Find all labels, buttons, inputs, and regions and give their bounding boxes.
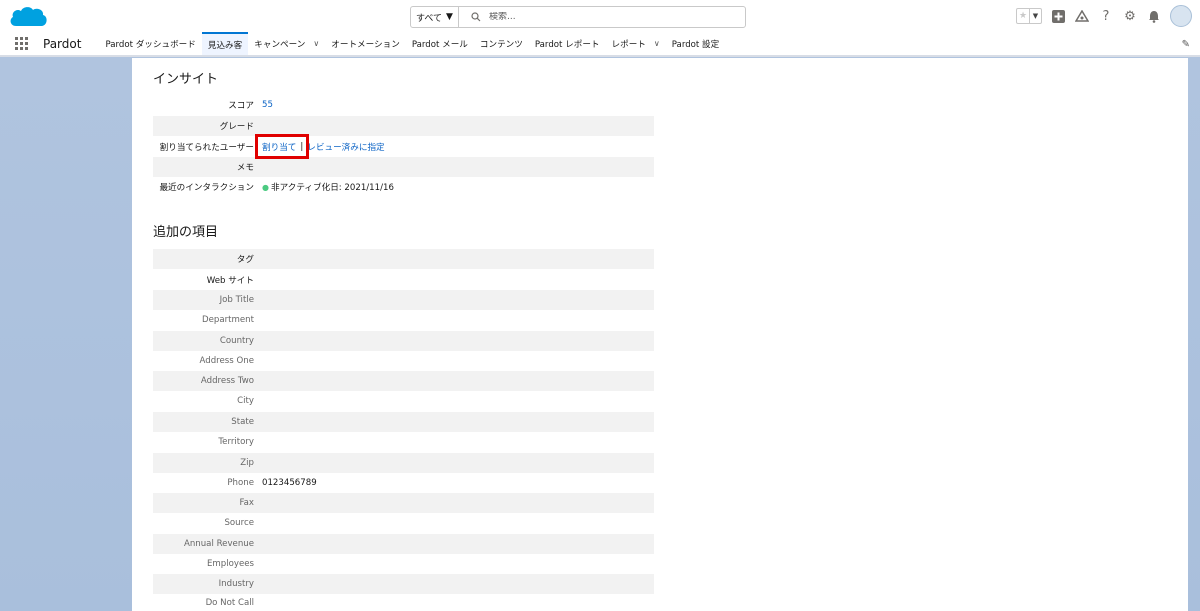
global-search: すべて ▼ (410, 6, 746, 28)
tab-pardot-reports[interactable]: Pardot レポート (529, 32, 606, 55)
field-row-fax: Fax (153, 493, 654, 513)
field-row-memo: メモ (153, 157, 654, 177)
tab-pardot-dashboard[interactable]: Pardot ダッシュボード (99, 32, 201, 55)
field-row-address-two: Address Two (153, 371, 654, 391)
bell-icon[interactable] (1146, 8, 1162, 24)
field-label: State (231, 417, 254, 427)
field-row-grade: グレード (153, 116, 654, 136)
field-label: Country (219, 336, 254, 346)
field-row-website: Web サイト (153, 270, 654, 290)
add-icon[interactable] (1050, 8, 1066, 24)
field-row-job-title: Job Title (153, 290, 654, 310)
field-row-annual-revenue: Annual Revenue (153, 534, 654, 554)
score-value[interactable]: 55 (262, 100, 273, 110)
field-row-assigned-user: 割り当てられたユーザー 割り当て | レビュー済みに指定 (153, 137, 654, 157)
field-label: メモ (236, 163, 254, 173)
field-label: Address Two (200, 376, 254, 386)
tab-content[interactable]: コンテンツ (474, 32, 529, 55)
tab-campaigns[interactable]: キャンペーン ∨ (248, 32, 325, 55)
field-row-score: スコア 55 (153, 95, 654, 115)
field-label: City (237, 396, 254, 406)
salesforce-logo[interactable] (8, 4, 48, 30)
field-label: Job Title (219, 295, 254, 305)
app-name: Pardot (43, 36, 82, 51)
insight-section-title: インサイト (153, 72, 219, 87)
additional-section-title: 追加の項目 (153, 225, 219, 240)
field-row-address-one: Address One (153, 351, 654, 371)
edit-nav-icon[interactable]: ✎ (1182, 39, 1190, 50)
gear-icon[interactable]: ⚙ (1122, 8, 1138, 24)
field-label: Industry (218, 579, 254, 589)
field-label: 最近のインタラクション (159, 183, 254, 193)
trailhead-icon[interactable] (1074, 8, 1090, 24)
search-scope-label: すべて (416, 13, 443, 24)
field-row-phone: Phone 0123456789 (153, 473, 654, 493)
tab-automation[interactable]: オートメーション (325, 32, 406, 55)
interaction-value: 非アクティブ化日: 2021/11/16 (270, 183, 394, 193)
field-label: Phone (227, 478, 254, 488)
field-label: グレード (219, 122, 254, 132)
field-row-industry: Industry (153, 574, 654, 594)
favorites-button[interactable]: ★ ▼ (1016, 8, 1042, 24)
field-label: Web サイト (206, 276, 254, 286)
caret-down-icon: ▼ (446, 12, 453, 22)
search-scope-dropdown[interactable]: すべて ▼ (411, 7, 459, 27)
search-icon (471, 12, 481, 22)
phone-value: 0123456789 (262, 478, 317, 488)
field-row-zip: Zip (153, 453, 654, 473)
field-label: Employees (206, 559, 254, 569)
field-row-tag: タグ (153, 249, 654, 269)
tab-reports[interactable]: レポート ∨ (606, 32, 666, 55)
app-launcher-icon[interactable] (15, 36, 29, 51)
field-row-recent-interaction: 最近のインタラクション ● 非アクティブ化日: 2021/11/16 (153, 177, 654, 197)
app-navigation-bar: Pardot Pardot ダッシュボード 見込み客 キャンペーン ∨ オートメー… (0, 32, 1200, 57)
mark-reviewed-link[interactable]: レビュー済みに指定 (307, 141, 384, 153)
help-icon[interactable]: ? (1098, 8, 1114, 24)
field-row-do-not-call: Do Not Call (153, 594, 654, 611)
caret-down-icon[interactable]: ▼ (1029, 9, 1041, 23)
field-label: Territory (218, 437, 254, 447)
highlight-box (255, 134, 309, 159)
field-label: タグ (236, 255, 254, 265)
field-row-employees: Employees (153, 554, 654, 574)
tab-pardot-settings[interactable]: Pardot 設定 (666, 32, 725, 55)
field-row-department: Department (153, 310, 654, 330)
field-label: Address One (199, 356, 254, 366)
field-row-source: Source (153, 513, 654, 533)
global-header: すべて ▼ ★ ▼ ? ⚙ (0, 0, 1200, 32)
chevron-down-icon[interactable]: ∨ (654, 39, 660, 48)
star-icon: ★ (1018, 11, 1028, 21)
field-row-state: State (153, 412, 654, 432)
field-label: Zip (240, 458, 254, 468)
field-label: Department (201, 315, 254, 325)
field-label: Source (224, 518, 254, 528)
field-label: Do Not Call (205, 597, 254, 608)
field-label: 割り当てられたユーザー (159, 143, 254, 153)
field-label: Annual Revenue (183, 539, 254, 549)
tab-pardot-email[interactable]: Pardot メール (406, 32, 474, 55)
user-avatar[interactable] (1170, 5, 1192, 27)
field-row-territory: Territory (153, 432, 654, 452)
tab-prospects[interactable]: 見込み客 (201, 32, 249, 55)
field-row-city: City (153, 391, 654, 411)
field-label: スコア (228, 101, 254, 111)
search-input[interactable] (489, 12, 729, 22)
chevron-down-icon[interactable]: ∨ (313, 39, 319, 48)
field-label: Fax (239, 498, 254, 508)
person-icon: ● (262, 182, 269, 192)
field-row-country: Country (153, 331, 654, 351)
